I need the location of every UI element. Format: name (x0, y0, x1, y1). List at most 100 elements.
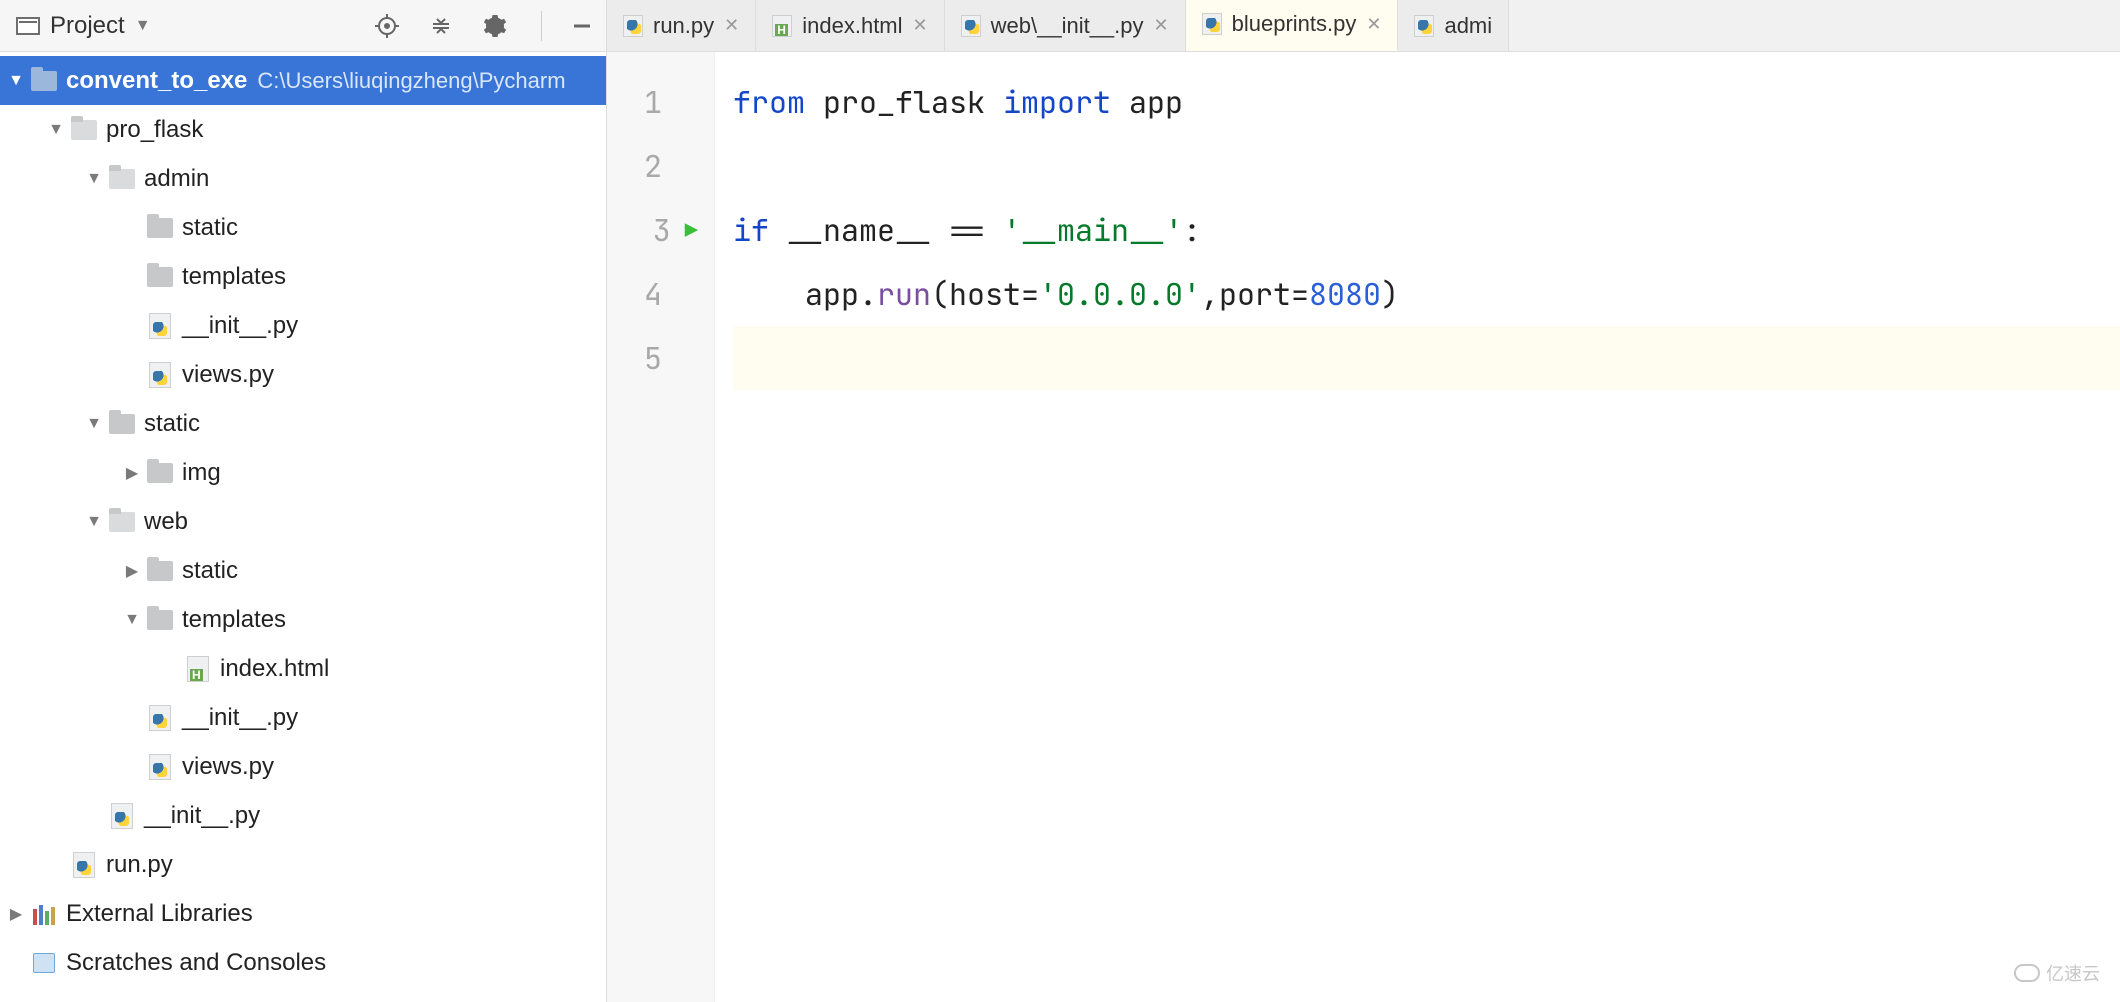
tree-row[interactable]: ▼ admin (0, 154, 606, 203)
tree-row[interactable]: ▶index.html (0, 644, 606, 693)
code-line[interactable] (733, 326, 2120, 390)
tree-label: static (182, 557, 238, 585)
collapse-all-button[interactable] (427, 12, 455, 40)
tree-row[interactable]: ▼ pro_flask (0, 105, 606, 154)
tree-row[interactable]: ▶templates (0, 252, 606, 301)
folder-icon (146, 462, 174, 484)
folder-icon (146, 266, 174, 288)
gutter-line[interactable]: 3▶ (607, 198, 698, 262)
gutter-line[interactable]: 4 (607, 262, 698, 326)
code-line[interactable]: if __name__ == '__main__': (733, 198, 2120, 262)
tree-row[interactable]: ▼templates (0, 595, 606, 644)
pyfile-icon (146, 756, 174, 778)
tree-row[interactable]: ▶__init__.py (0, 301, 606, 350)
editor-tab[interactable]: web\__init__.py ✕ (945, 0, 1186, 51)
folder-open-icon (108, 511, 136, 533)
pyfile-icon (70, 854, 98, 876)
tree-label: static (182, 214, 238, 242)
gutter-line[interactable]: 1 (607, 70, 698, 134)
editor-tab[interactable]: run.py ✕ (607, 0, 756, 51)
tree-row[interactable]: ▶run.py (0, 840, 606, 889)
python-file-icon (623, 15, 643, 37)
scratch-icon (30, 952, 58, 974)
editor-tab[interactable]: blueprints.py✕ (1186, 0, 1399, 51)
tree-label: index.html (220, 655, 329, 683)
locate-target-button[interactable] (373, 12, 401, 40)
gutter-line[interactable]: 5 (607, 326, 698, 390)
tree-row[interactable]: ▶ External Libraries (0, 889, 606, 938)
toolbar-divider (541, 11, 542, 41)
editor-tab[interactable]: admi (1398, 0, 1509, 51)
code-content[interactable]: from pro_flask import app if __name__ == … (715, 52, 2120, 1002)
folder-blue-icon (30, 70, 58, 92)
close-tab-icon[interactable]: ✕ (1154, 15, 1169, 36)
tree-label: Scratches and Consoles (66, 949, 326, 977)
project-header: Project ▼ (0, 0, 606, 52)
tree-row[interactable]: ▶static (0, 203, 606, 252)
tree-label: convent_to_exe (66, 67, 247, 95)
folder-icon (146, 560, 174, 582)
expand-arrow-icon[interactable]: ▼ (84, 170, 104, 188)
dropdown-caret-icon[interactable]: ▼ (135, 17, 151, 35)
expand-arrow-icon[interactable]: ▶ (122, 561, 142, 581)
tree-label: static (144, 410, 200, 438)
watermark: 亿速云 (2014, 960, 2100, 986)
editor-gutter[interactable]: 123▶45 (607, 52, 715, 1002)
close-tab-icon[interactable]: ✕ (724, 15, 739, 36)
editor-tab[interactable]: index.html✕ (756, 0, 944, 51)
expand-arrow-icon[interactable]: ▶ (122, 463, 142, 483)
tab-label: web\__init__.py (991, 13, 1144, 39)
expand-arrow-icon[interactable]: ▼ (122, 611, 142, 629)
folder-icon (108, 413, 136, 435)
tree-row[interactable]: ▶__init__.py (0, 693, 606, 742)
tab-label: run.py (653, 13, 714, 39)
python-file-icon (1414, 15, 1434, 37)
pyfile-icon (108, 805, 136, 827)
python-file-icon (961, 15, 981, 37)
expand-arrow-icon[interactable]: ▼ (6, 72, 26, 90)
tree-label: pro_flask (106, 116, 203, 144)
tree-label: External Libraries (66, 900, 253, 928)
folder-icon (146, 217, 174, 239)
tree-label: __init__.py (182, 704, 298, 732)
python-file-icon (1202, 13, 1222, 35)
tree-row[interactable]: ▶Scratches and Consoles (0, 938, 606, 987)
tree-row[interactable]: ▶__init__.py (0, 791, 606, 840)
tree-label: __init__.py (144, 802, 260, 830)
htmlfile-icon (184, 658, 212, 680)
close-tab-icon[interactable]: ✕ (1366, 14, 1381, 35)
editor-tabbar[interactable]: run.py✕index.html✕web\__init__.py✕bluepr… (607, 0, 2120, 52)
code-line[interactable]: from pro_flask import app (733, 70, 2120, 134)
close-tab-icon[interactable]: ✕ (913, 15, 928, 36)
folder-open-icon (108, 168, 136, 190)
code-area[interactable]: 123▶45 from pro_flask import app if __nam… (607, 52, 2120, 1002)
tree-label: __init__.py (182, 312, 298, 340)
code-line[interactable] (733, 134, 2120, 198)
tab-label: admi (1444, 13, 1492, 39)
project-icon (16, 17, 40, 35)
tree-row[interactable]: ▼convent_to_exeC:\Users\liuqingzheng\Pyc… (0, 56, 606, 105)
tree-row[interactable]: ▶views.py (0, 350, 606, 399)
tree-row[interactable]: ▼ static (0, 399, 606, 448)
tree-row[interactable]: ▶img (0, 448, 606, 497)
settings-gear-button[interactable] (481, 12, 509, 40)
expand-arrow-icon[interactable]: ▶ (6, 904, 26, 924)
pyfile-icon (146, 707, 174, 729)
tree-label: run.py (106, 851, 173, 879)
project-tool-window: Project ▼ (0, 0, 607, 1002)
tree-label: admin (144, 165, 209, 193)
hide-tool-window-button[interactable] (568, 12, 596, 40)
expand-arrow-icon[interactable]: ▼ (84, 415, 104, 433)
folder-icon (146, 609, 174, 631)
tree-label: views.py (182, 753, 274, 781)
run-gutter-icon[interactable]: ▶ (685, 216, 698, 245)
code-line[interactable]: app.run(host='0.0.0.0',port=8080) (733, 262, 2120, 326)
expand-arrow-icon[interactable]: ▼ (84, 513, 104, 531)
tree-row[interactable]: ▼web (0, 497, 606, 546)
gutter-line[interactable]: 2 (607, 134, 698, 198)
tree-row[interactable]: ▶views.py (0, 742, 606, 791)
expand-arrow-icon[interactable]: ▼ (46, 121, 66, 139)
project-title[interactable]: Project (50, 12, 125, 40)
tree-row[interactable]: ▶ static (0, 546, 606, 595)
project-tree[interactable]: ▼convent_to_exeC:\Users\liuqingzheng\Pyc… (0, 52, 606, 987)
